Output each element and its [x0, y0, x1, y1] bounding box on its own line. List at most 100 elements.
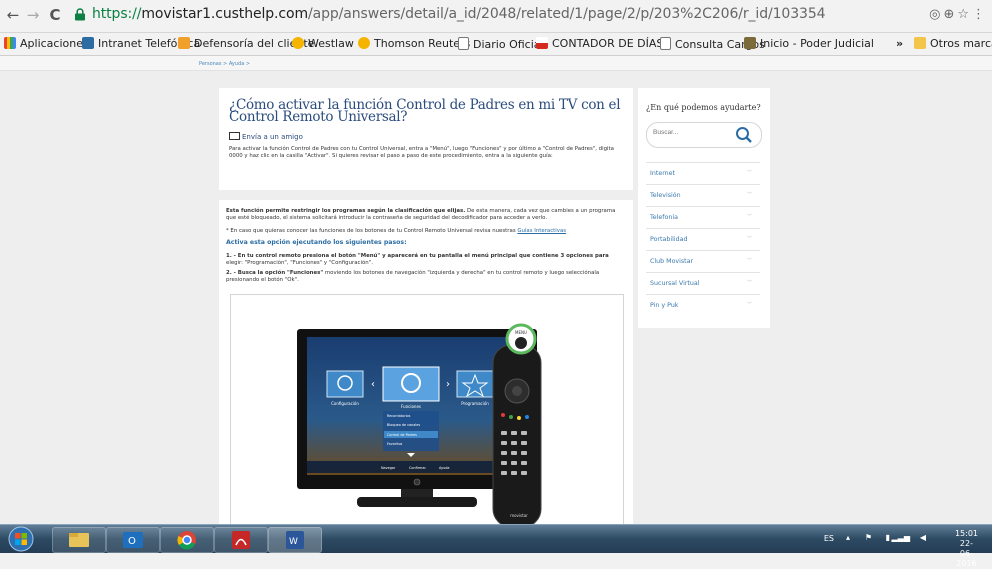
bookmark-diario[interactable]: Diario Oficial: [458, 37, 544, 51]
lock-icon: [75, 8, 85, 21]
chevron-down-icon: ﹀: [746, 280, 752, 286]
tv-menu-center: Funciones: [401, 404, 421, 409]
chevron-down-icon: ﹀: [746, 302, 752, 308]
chevron-down-icon: ﹀: [746, 236, 752, 242]
bookmark-thomson[interactable]: Thomson Reuters: [358, 37, 470, 51]
tv-remote-illustration: ‹ › Configuración Funciones Programación…: [297, 323, 542, 527]
action-center-icon[interactable]: ⚑: [865, 533, 872, 542]
language-indicator[interactable]: ES: [824, 534, 834, 543]
chevron-down-icon: ﹀: [746, 258, 752, 264]
folder-icon: [914, 37, 926, 49]
bookmark-label: Westlaw: [308, 37, 354, 50]
page-icon: [660, 37, 671, 50]
pdf-icon: [232, 531, 250, 549]
sidebar-item-label: Televisión: [650, 192, 681, 199]
back-icon[interactable]: ←: [4, 6, 22, 24]
taskbar-chrome[interactable]: [160, 527, 214, 553]
bookmark-westlaw[interactable]: Westlaw: [292, 37, 354, 51]
search-icon[interactable]: [735, 126, 753, 144]
taskbar: O W ES ▴ ⚑ ▮ ▂▃▅ ◀ 15:01 22-06-2016: [0, 524, 992, 568]
step-2-bold: 2. - Busca la opción "Funciones": [226, 270, 324, 276]
search-box: [646, 122, 762, 148]
start-button[interactable]: [6, 526, 36, 552]
svg-text:‹: ‹: [371, 379, 375, 390]
tv-submenu-item: Favoritos: [387, 442, 403, 446]
forward-icon[interactable]: →: [24, 6, 42, 24]
defensoria-icon: [178, 37, 190, 49]
other-bookmarks-folder[interactable]: Otros marcador: [914, 37, 992, 51]
send-friend-label: Envía a un amigo: [242, 133, 303, 141]
remote-brand: movistar: [510, 513, 528, 518]
step-1: 1. - En tu control remoto presiona el bo…: [226, 253, 622, 266]
tv-submenu-item: Control de Padres: [387, 433, 417, 437]
power-icon[interactable]: ▮: [886, 533, 890, 542]
article-summary: Para activar la función Control de Padre…: [229, 146, 614, 159]
word-icon: W: [286, 531, 304, 549]
sidebar-item-television[interactable]: Televisión ﹀: [646, 184, 760, 206]
network-icon[interactable]: ▂▃▅: [892, 533, 910, 542]
address-bar: ← → C https://movistar1.custhelp.com/app…: [0, 0, 992, 33]
guides-link[interactable]: Guías Interactivas: [517, 228, 566, 234]
shield-icon[interactable]: ◎: [929, 7, 943, 22]
url-scheme: https://: [92, 6, 142, 22]
clock[interactable]: 15:01 22-06-2016: [955, 529, 978, 569]
sidebar-item-telefonia[interactable]: Telefonía ﹀: [646, 206, 760, 228]
bookmarks-bar: Aplicaciones Intranet Telefónica Defenso…: [0, 33, 992, 56]
bookmark-label: Aplicaciones: [20, 37, 89, 50]
bookmark-contador[interactable]: CONTADOR DE DÍAS: [536, 37, 663, 51]
bookmark-label: Thomson Reuters: [374, 37, 471, 50]
mail-icon: [229, 132, 240, 140]
help-title: ¿En qué podemos ayudarte?: [646, 103, 761, 112]
outlook-icon: O: [123, 532, 143, 548]
step-1-rest: elegir: "Programación", "Funciones" y "C…: [226, 259, 373, 266]
tv-hint: Ayuda: [439, 466, 449, 470]
reload-icon[interactable]: C: [46, 6, 64, 24]
bookmark-poder-judicial[interactable]: Inicio - Poder Judicial: [744, 37, 874, 51]
sidebar-item-club-movistar[interactable]: Club Movistar ﹀: [646, 250, 760, 272]
page-icon: [458, 37, 469, 50]
search-input[interactable]: [653, 129, 723, 136]
star-icon[interactable]: ☆: [957, 7, 972, 22]
article-title: ¿Cómo activar la función Control de Padr…: [229, 97, 621, 125]
more-bookmarks-button[interactable]: »: [896, 37, 903, 51]
sidebar-item-internet[interactable]: Internet ﹀: [646, 162, 760, 184]
taskbar-acrobat[interactable]: [214, 527, 268, 553]
url-field[interactable]: https://movistar1.custhelp.com/app/answe…: [72, 4, 902, 26]
clock-date: 22-06-2016: [956, 539, 977, 568]
volume-icon[interactable]: ◀: [920, 533, 926, 542]
apps-grid-icon: [4, 37, 16, 49]
menu-icon[interactable]: ⋮: [972, 7, 988, 22]
westlaw-icon: [292, 37, 304, 49]
chevron-down-icon: ﹀: [746, 214, 752, 220]
taskbar-explorer[interactable]: [52, 527, 106, 553]
sidebar-item-label: Pin y Puk: [650, 302, 679, 309]
chevron-down-icon: ﹀: [746, 192, 752, 198]
sidebar-item-pin-puk[interactable]: Pin y Puk ﹀: [646, 294, 760, 316]
taskbar-outlook[interactable]: O: [106, 527, 160, 553]
sidebar-item-portabilidad[interactable]: Portabilidad ﹀: [646, 228, 760, 250]
tv-submenu-item: Bloqueo de canales: [387, 423, 420, 427]
show-hidden-icons[interactable]: ▴: [846, 533, 850, 542]
bookmark-label: Inicio - Poder Judicial: [760, 37, 874, 50]
chrome-icon: [177, 531, 196, 550]
tv-hint: Navegar: [381, 466, 396, 470]
zoom-icon[interactable]: ⊕: [943, 7, 957, 22]
help-categories: Internet ﹀ Televisión ﹀ Telefonía ﹀ Portabi…: [646, 162, 760, 316]
chevron-down-icon: ﹀: [746, 170, 752, 176]
step-1-bold: 1. - En tu control remoto presiona el bo…: [226, 253, 609, 259]
taskbar-word[interactable]: W: [268, 527, 322, 553]
sidebar-item-label: Club Movistar: [650, 258, 694, 265]
bookmark-label: CONTADOR DE DÍAS: [552, 37, 664, 50]
sidebar-item-sucursal-virtual[interactable]: Sucursal Virtual ﹀: [646, 272, 760, 294]
steps-heading: Activa esta opción ejecutando los siguie…: [226, 239, 407, 246]
tv-hint: Confirmar: [409, 466, 426, 470]
clock-time: 15:01: [954, 529, 978, 538]
bookmark-apps[interactable]: Aplicaciones: [4, 37, 89, 51]
svg-text:W: W: [289, 537, 298, 547]
guides-paragraph: * En caso que quieras conocer las funcio…: [226, 228, 622, 235]
send-friend-link[interactable]: Envía a un amigo: [229, 132, 303, 141]
folder-icon: [69, 533, 89, 547]
breadcrumb[interactable]: Personas > Ayuda >: [199, 61, 250, 67]
tv-menu-left: Configuración: [331, 401, 359, 406]
judicial-icon: [744, 37, 756, 49]
